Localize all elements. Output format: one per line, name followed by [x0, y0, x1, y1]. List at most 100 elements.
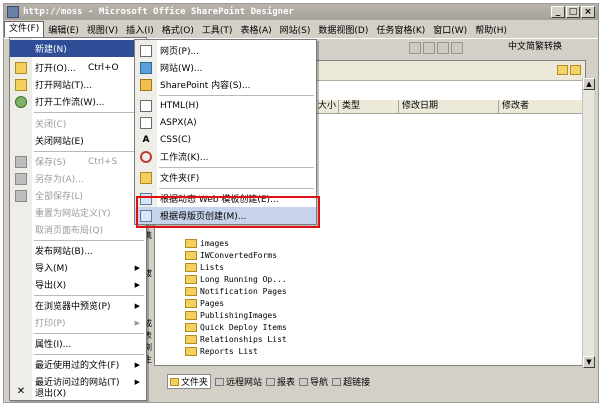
tab-remote-site[interactable]: 远程网站 [215, 375, 262, 388]
submenu-arrow-icon: ▶ [134, 280, 140, 289]
menu-separator [34, 151, 144, 152]
menu-item-preview-in-browser[interactable]: 在浏览器中预览(P) ▶ [10, 297, 146, 314]
html-icon [140, 99, 152, 112]
new-icon [15, 43, 27, 55]
tab-folders[interactable]: 文件夹 [167, 374, 212, 389]
scroll-down-arrow[interactable]: ▼ [583, 356, 595, 368]
scroll-up-arrow[interactable]: ▲ [583, 78, 595, 90]
reports-icon [266, 377, 276, 386]
submenu-item-css[interactable]: A CSS(C) [135, 131, 316, 148]
back-icon[interactable] [437, 42, 449, 54]
submenu-arrow-icon: ▶ [134, 318, 140, 327]
list-item[interactable]: Reports List [185, 345, 287, 357]
forward-icon[interactable] [451, 42, 463, 54]
list-item[interactable]: IWConvertedForms [185, 249, 287, 261]
window-title: http://moss - Microsoft Office SharePoin… [23, 7, 294, 17]
file-tree: images IWConvertedForms Lists Long Runni… [185, 237, 287, 357]
workflow-icon [15, 95, 27, 108]
undo-icon[interactable] [409, 42, 421, 54]
menu-item-publish-site[interactable]: 发布网站(B)... [10, 242, 146, 259]
list-item[interactable]: Lists [185, 261, 287, 273]
list-item[interactable]: images [185, 237, 287, 249]
folder-icon [185, 322, 197, 332]
menu-table[interactable]: 表格(A) [236, 23, 275, 36]
language-convert-select[interactable]: 中文简繁转换 [504, 41, 566, 55]
vertical-scrollbar[interactable]: ▲ ▼ [582, 78, 595, 368]
menu-item-import[interactable]: 导入(M) ▶ [10, 259, 146, 276]
aspx-icon [140, 116, 152, 129]
menu-view[interactable]: 视图(V) [83, 23, 122, 36]
maximize-button[interactable]: □ [566, 6, 580, 18]
view-tabs: 文件夹 远程网站 报表 导航 超链接 [167, 374, 370, 389]
menu-separator [159, 188, 314, 189]
folder-icon [185, 310, 197, 320]
submenu-item-workflow[interactable]: 工作流(K)... [135, 148, 316, 165]
menu-item-reset-site-definition[interactable]: 重置为网站定义(Y) [10, 204, 146, 221]
menu-item-save-all[interactable]: 全部保存(L) [10, 187, 146, 204]
folder-icon [140, 171, 152, 184]
menu-item-recent-files[interactable]: 最近使用过的文件(F) ▶ [10, 356, 146, 373]
list-item[interactable]: Pages [185, 297, 287, 309]
remote-site-icon [215, 377, 225, 386]
list-item[interactable]: Notification Pages [185, 285, 287, 297]
menu-item-open[interactable]: 打开(O)... Ctrl+O [10, 59, 146, 76]
list-item[interactable]: Quick Deploy Items [185, 321, 287, 333]
menu-window[interactable]: 窗口(W) [429, 23, 471, 36]
tab-hyperlinks[interactable]: 超链接 [332, 375, 370, 388]
folder-icon[interactable] [570, 65, 581, 75]
column-modified-by[interactable]: 修改者 [499, 100, 585, 113]
menu-item-print[interactable]: 打印(P) ▶ [10, 314, 146, 331]
submenu-arrow-icon: ▶ [134, 301, 140, 310]
menu-item-close-site[interactable]: 关闭网站(E) [10, 132, 146, 149]
save-all-icon [15, 189, 27, 202]
tab-navigation[interactable]: 导航 [299, 375, 328, 388]
menu-item-detach-page-layout[interactable]: 取消页面布局(Q) [10, 221, 146, 238]
menu-task-panes[interactable]: 任务窗格(K) [372, 23, 429, 36]
menu-help[interactable]: 帮助(H) [471, 23, 511, 36]
close-button[interactable]: × [581, 6, 595, 18]
submenu-item-html[interactable]: HTML(H) [135, 97, 316, 114]
menu-edit[interactable]: 编辑(E) [44, 23, 83, 36]
menu-separator [34, 295, 144, 296]
column-size[interactable]: 大小 [315, 100, 339, 113]
column-modified-date[interactable]: 修改日期 [399, 100, 499, 113]
menu-item-exit[interactable]: ✕ 退出(X) [10, 384, 146, 400]
minimize-button[interactable]: _ [551, 6, 565, 18]
folder-icon[interactable] [557, 65, 568, 75]
submenu-item-sharepoint-content[interactable]: SharePoint 内容(S)... [135, 76, 316, 93]
submenu-item-page[interactable]: 网页(P)... [135, 42, 316, 59]
exit-icon: ✕ [16, 386, 26, 397]
submenu-item-folder[interactable]: 文件夹(F) [135, 169, 316, 186]
menu-item-save[interactable]: 保存(S) Ctrl+S [10, 153, 146, 170]
menu-separator [159, 167, 314, 168]
list-item[interactable]: PublishingImages [185, 309, 287, 321]
redo-icon[interactable] [423, 42, 435, 54]
app-icon [7, 6, 19, 18]
folder-icon [185, 262, 197, 272]
title-bar: http://moss - Microsoft Office SharePoin… [4, 4, 598, 20]
submenu-item-aspx[interactable]: ASPX(A) [135, 114, 316, 131]
list-item[interactable]: Long Running Op... [185, 273, 287, 285]
tab-reports[interactable]: 报表 [266, 375, 295, 388]
column-type[interactable]: 类型 [339, 100, 399, 113]
menu-item-new[interactable]: 新建(N)▶ [10, 40, 146, 57]
list-item[interactable]: Relationships List [185, 333, 287, 345]
menu-item-open-site[interactable]: 打开网站(T)... [10, 76, 146, 93]
menu-tools[interactable]: 工具(T) [198, 23, 237, 36]
menu-item-close[interactable]: 关闭(C) [10, 115, 146, 132]
menu-data-view[interactable]: 数据视图(D) [314, 23, 372, 36]
menu-item-save-as[interactable]: 另存为(A)... [10, 170, 146, 187]
menu-separator [34, 333, 144, 334]
menu-site[interactable]: 网站(S) [276, 23, 315, 36]
hyperlinks-icon [332, 377, 342, 386]
menu-item-open-workflow[interactable]: 打开工作流(W)... [10, 93, 146, 110]
menu-insert[interactable]: 插入(I) [122, 23, 158, 36]
menu-item-export[interactable]: 导出(X) ▶ [10, 276, 146, 293]
submenu-item-site[interactable]: 网站(W)... [135, 59, 316, 76]
open-folder-icon [15, 61, 27, 74]
menu-format[interactable]: 格式(O) [158, 23, 198, 36]
menu-file[interactable]: 文件(F) [4, 21, 45, 37]
sharepoint-icon [140, 78, 152, 91]
menu-item-properties[interactable]: 属性(I)... [10, 335, 146, 352]
save-as-icon [15, 172, 27, 185]
